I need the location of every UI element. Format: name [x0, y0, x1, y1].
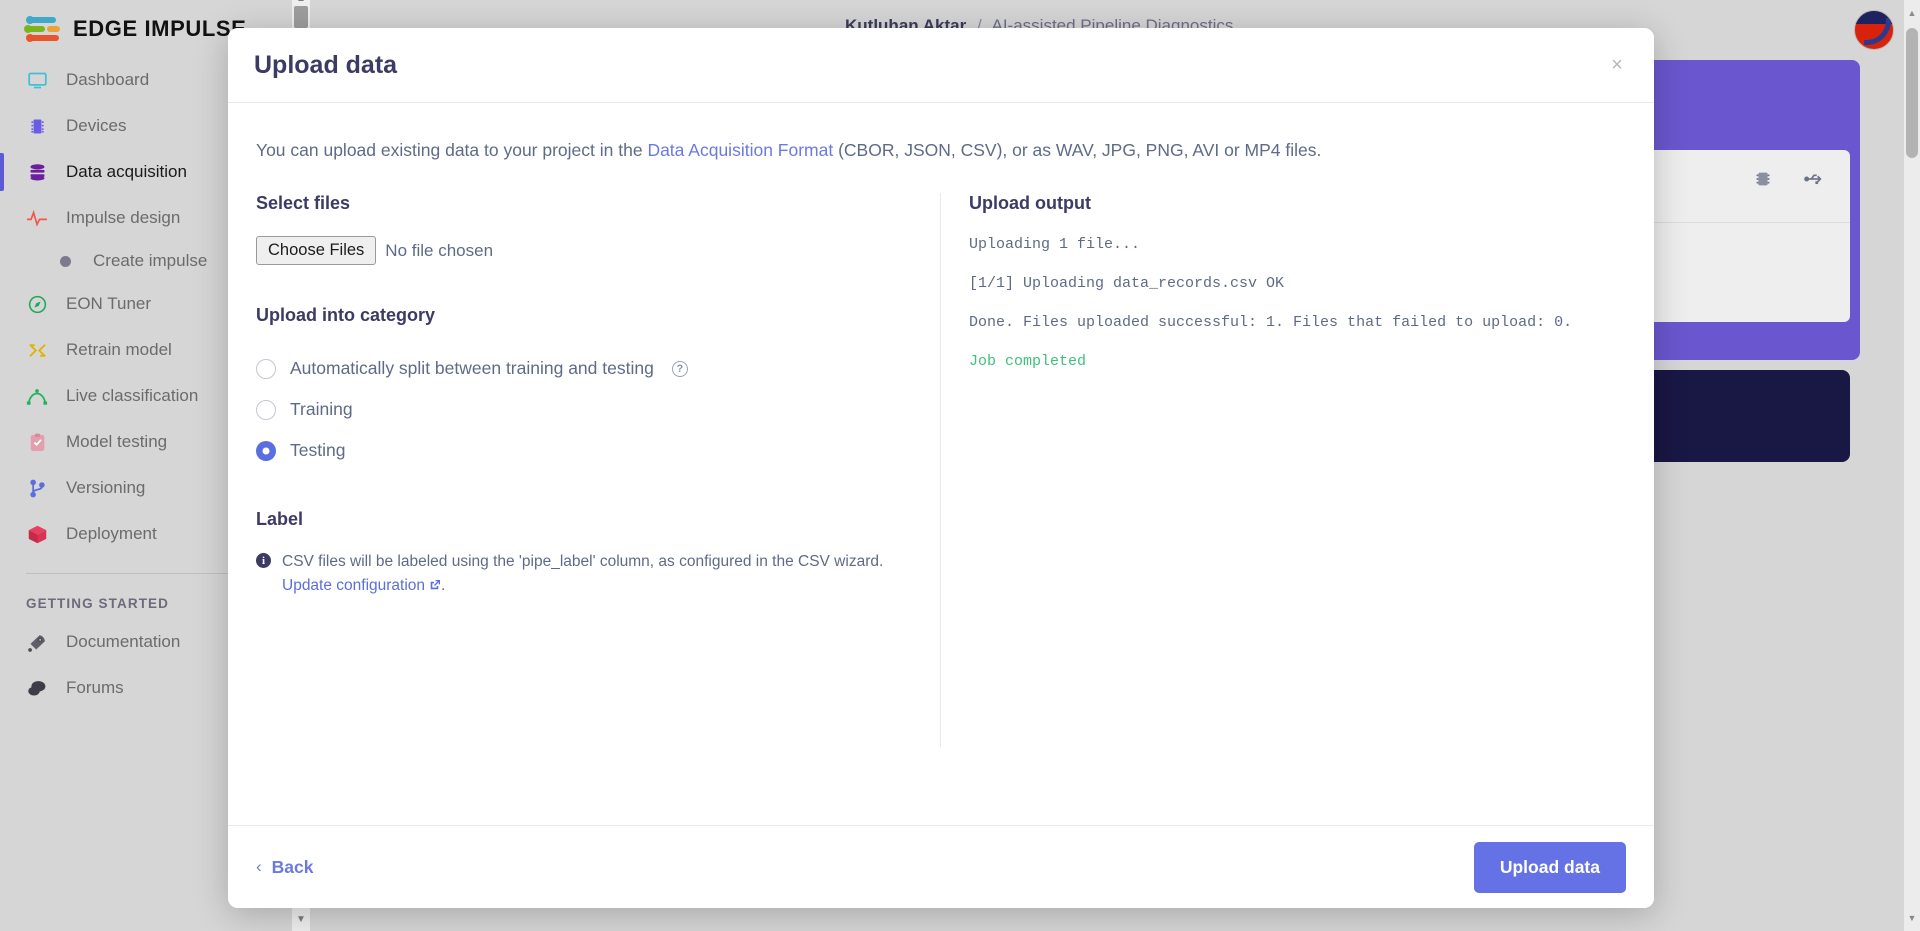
choose-files-button[interactable]: Choose Files	[256, 236, 377, 266]
modal-title: Upload data	[254, 50, 398, 79]
shuffle-icon	[26, 339, 48, 361]
label-heading: Label	[256, 509, 304, 530]
chevron-left-icon: ‹	[256, 857, 262, 876]
card-icon-group	[1752, 168, 1826, 195]
modal-columns: Select files Choose Files No file chosen…	[228, 193, 1654, 748]
modal-description: You can upload existing data to your pro…	[228, 103, 1654, 163]
page-scroll-down-icon[interactable]: ▼	[1904, 909, 1920, 927]
sidebar-subitem-label: Create impulse	[93, 251, 208, 270]
box-icon	[26, 523, 48, 545]
chip-icon	[1752, 168, 1774, 195]
description-prefix: You can upload existing data to your pro…	[256, 140, 648, 160]
upload-data-button[interactable]: Upload data	[1473, 841, 1626, 893]
scroll-down-icon[interactable]: ▼	[292, 911, 310, 927]
update-configuration-link[interactable]: Update configuration	[282, 577, 425, 594]
sidebar-item-label: Dashboard	[66, 70, 150, 89]
sidebar-item-label: Deployment	[66, 524, 157, 543]
usb-icon	[1802, 168, 1826, 195]
file-status-text: No file chosen	[385, 240, 494, 260]
upload-output-column: Upload output Uploading 1 file... [1/1] …	[940, 193, 1654, 748]
sidebar-item-label: Devices	[66, 116, 127, 135]
upload-output-log: Uploading 1 file... [1/1] Uploading data…	[969, 236, 1626, 370]
job-status-text: Job completed	[969, 353, 1087, 371]
back-button-label: Back	[271, 856, 314, 877]
sidebar-item-label: Data acquisition	[66, 162, 187, 181]
upload-category-radio-group: Automatically split between training and…	[256, 348, 912, 471]
upload-category-heading: Upload into category	[256, 305, 436, 326]
monitor-icon	[26, 69, 48, 91]
label-note-body: CSV files will be labeled using the 'pip…	[282, 550, 883, 599]
brand-name: EDGE IMPULSE	[73, 16, 247, 41]
modal-body: You can upload existing data to your pro…	[228, 103, 1654, 825]
bullet-icon	[60, 255, 71, 267]
upload-data-modal: Upload data × You can upload existing da…	[228, 28, 1654, 908]
radio-training[interactable]: Training	[256, 389, 912, 430]
external-link-icon	[428, 576, 441, 599]
modal-header: Upload data ×	[228, 28, 1654, 103]
modal-footer: ‹ Back Upload data	[228, 825, 1654, 908]
data-acquisition-format-link[interactable]: Data Acquisition Format	[647, 140, 833, 160]
sidebar-item-label: Impulse design	[66, 208, 181, 227]
radio-label: Testing	[290, 440, 346, 461]
log-line: Done. Files uploaded successful: 1. File…	[969, 314, 1573, 332]
radio-label: Training	[290, 399, 353, 420]
waveform-icon	[26, 207, 48, 229]
select-files-heading: Select files	[256, 193, 351, 214]
log-line: [1/1] Uploading data_records.csv OK	[969, 275, 1285, 293]
upload-form-column: Select files Choose Files No file chosen…	[228, 193, 940, 747]
radio-auto-split[interactable]: Automatically split between training and…	[256, 348, 912, 389]
log-line: Uploading 1 file...	[969, 236, 1141, 254]
description-suffix: (CBOR, JSON, CSV), or as WAV, JPG, PNG, …	[833, 140, 1322, 160]
database-icon	[26, 161, 48, 183]
page-scrollbar[interactable]: ▲ ▼	[1904, 0, 1920, 931]
sidebar-item-label: Documentation	[66, 632, 181, 651]
sidebar-item-label: Live classification	[66, 386, 199, 405]
sidebar-item-label: Forums	[66, 678, 124, 697]
sidebar-item-label: Retrain model	[66, 340, 172, 359]
screen: EDGE IMPULSE Kutluhan Aktar / AI-assiste…	[0, 0, 1920, 931]
brand-logo[interactable]: EDGE IMPULSE	[24, 14, 247, 44]
close-icon[interactable]: ×	[1604, 52, 1630, 78]
radio-indicator[interactable]	[256, 399, 276, 420]
page-scroll-up-icon[interactable]: ▲	[1904, 4, 1920, 22]
rocket-icon	[26, 631, 48, 653]
radio-indicator[interactable]	[256, 440, 276, 461]
sidebar-item-label: Versioning	[66, 478, 146, 497]
clipboard-check-icon	[26, 431, 48, 453]
label-note-trailing: .	[441, 576, 446, 594]
help-icon[interactable]: ?	[671, 360, 688, 377]
avatar[interactable]	[1854, 10, 1894, 50]
curve-icon	[26, 389, 48, 405]
sidebar-item-label: EON Tuner	[66, 294, 152, 313]
edge-impulse-logo-icon	[24, 14, 62, 44]
compass-icon	[26, 293, 48, 315]
scrollbar-thumb[interactable]	[294, 6, 308, 28]
radio-testing[interactable]: Testing	[256, 430, 912, 471]
radio-label: Automatically split between training and…	[290, 358, 654, 379]
page-scrollbar-thumb[interactable]	[1906, 28, 1918, 158]
sidebar-item-label: Model testing	[66, 432, 168, 451]
radio-indicator[interactable]	[256, 358, 276, 379]
label-note: i CSV files will be labeled using the 'p…	[256, 550, 912, 599]
upload-output-heading: Upload output	[969, 193, 1091, 214]
file-input-row[interactable]: Choose Files No file chosen	[256, 236, 912, 266]
branch-icon	[26, 477, 48, 499]
info-icon: i	[256, 553, 271, 569]
chat-icon	[26, 677, 48, 699]
back-button[interactable]: ‹ Back	[256, 857, 314, 878]
chip-icon	[26, 115, 48, 137]
label-note-text: CSV files will be labeled using the 'pip…	[282, 553, 884, 571]
